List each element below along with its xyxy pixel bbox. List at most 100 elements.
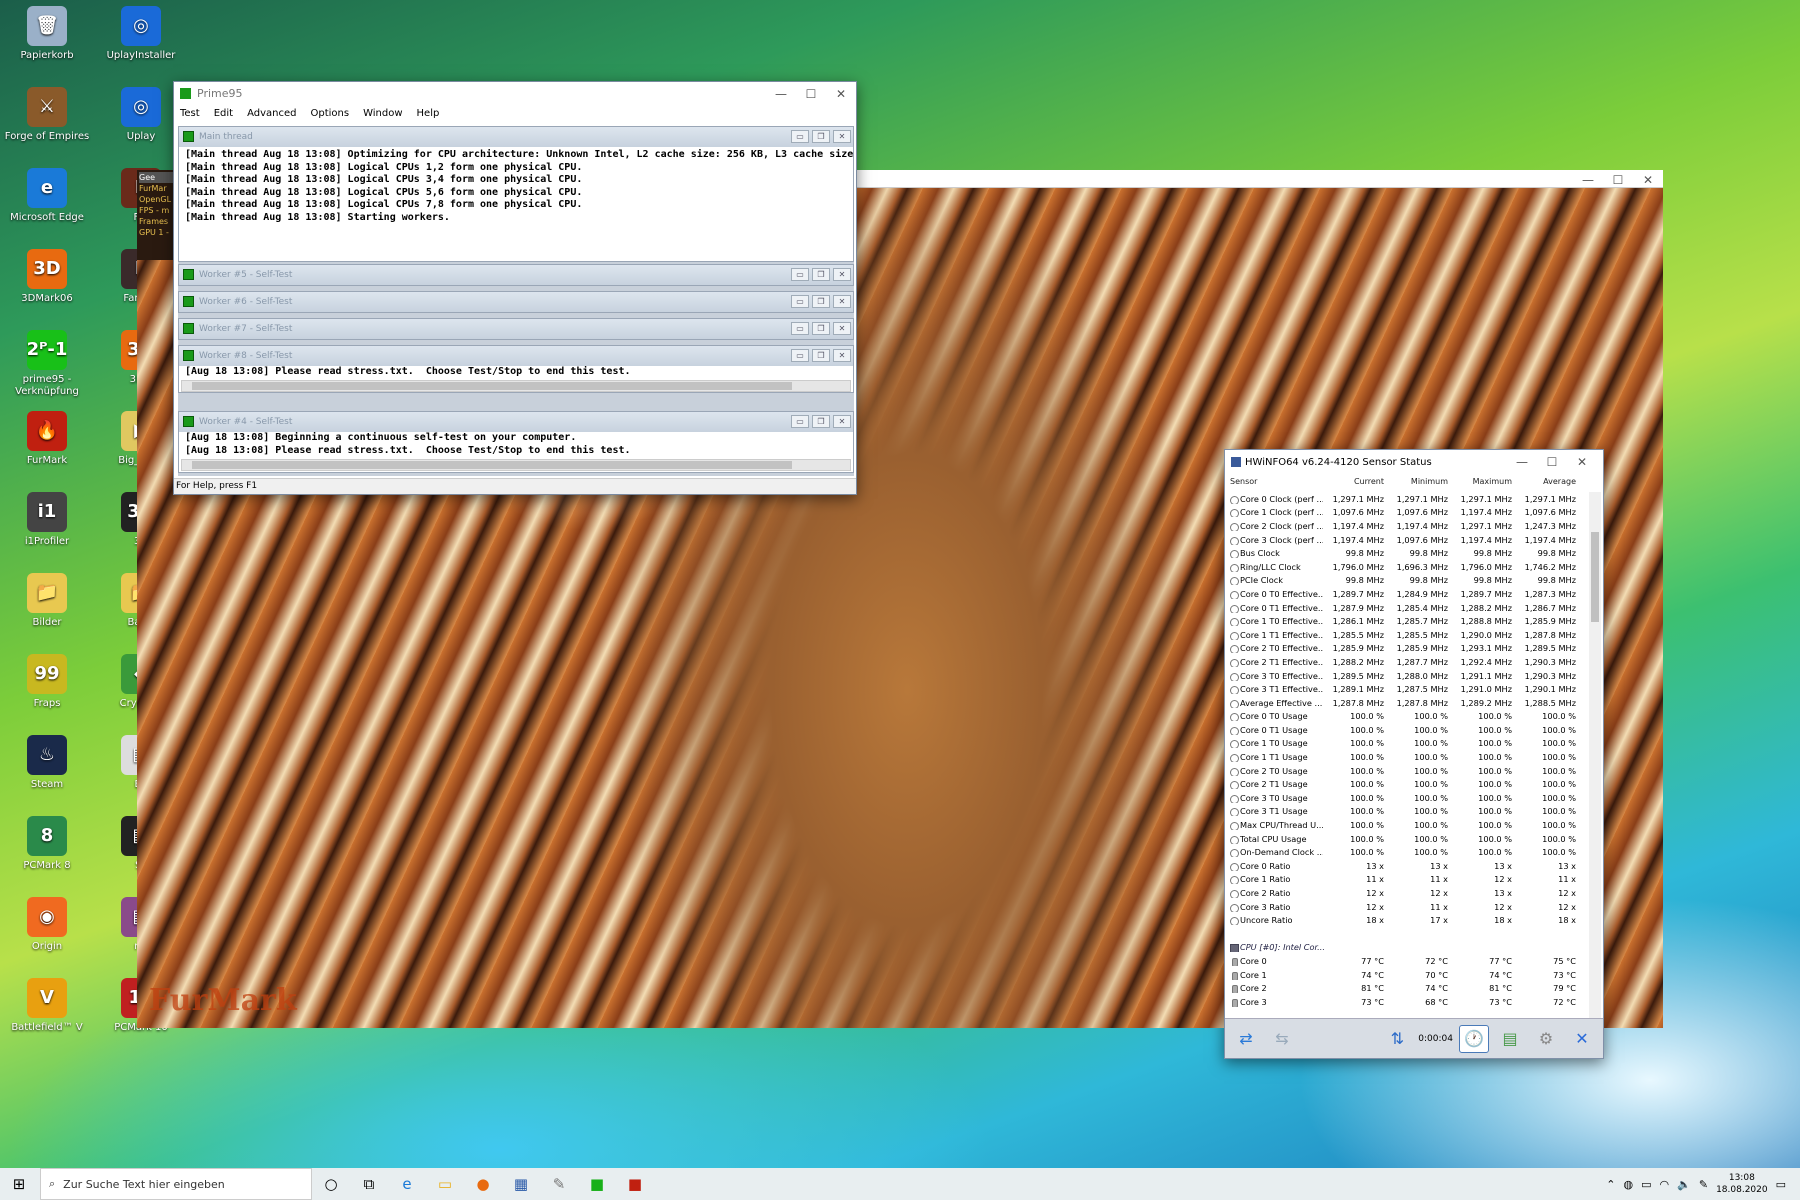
maximize-icon[interactable]: ☐	[796, 84, 826, 104]
desktop-icon[interactable]: 8 PCMark 8	[4, 816, 90, 872]
menu-help[interactable]: Help	[417, 108, 440, 119]
menu-options[interactable]: Options	[310, 108, 349, 119]
desktop-icon[interactable]: 99 Fraps	[4, 654, 90, 710]
edge-icon[interactable]: e	[388, 1168, 426, 1200]
sensor-row[interactable]: Core 3 73 °C 68 °C 73 °C 72 °C	[1225, 995, 1591, 1009]
horizontal-scrollbar[interactable]	[181, 459, 851, 471]
tool-icon[interactable]: ✎	[540, 1168, 578, 1200]
column-header-average[interactable]: Average	[1515, 477, 1579, 486]
firefox-icon[interactable]: ●	[464, 1168, 502, 1200]
main-thread-titlebar[interactable]: Main thread ▭ ❐ ✕	[179, 127, 853, 147]
close-icon[interactable]: ✕	[833, 268, 851, 281]
desktop-icon[interactable]: ◉ Origin	[4, 897, 90, 953]
column-header-minimum[interactable]: Minimum	[1387, 477, 1451, 486]
minimize-icon[interactable]: ▭	[791, 130, 809, 143]
pen-icon[interactable]: ✎	[1699, 1178, 1708, 1191]
file-explorer-icon[interactable]: ▭	[426, 1168, 464, 1200]
desktop-icon[interactable]: ⚔ Forge of Empires	[4, 87, 90, 143]
prime95-taskbar-icon[interactable]: ■	[578, 1168, 616, 1200]
menu-test[interactable]: Test	[180, 108, 200, 119]
worker-6-window[interactable]: Worker #6 - Self-Test ▭ ❐ ✕	[178, 291, 854, 313]
prime95-titlebar[interactable]: Prime95 — ☐ ✕	[174, 82, 856, 104]
sensor-row[interactable]: Core 1 T1 Effective... 1,285.5 MHz 1,285.5…	[1225, 628, 1591, 642]
desktop-icon[interactable]: 3D 3DMark06	[4, 249, 90, 305]
sensor-row[interactable]: Max CPU/Thread U... 100.0 % 100.0 % 100.0 %…	[1225, 818, 1591, 832]
restore-icon[interactable]: ❐	[812, 349, 830, 362]
close-icon[interactable]: ✕	[833, 415, 851, 428]
sensor-row[interactable]: Core 2 T1 Effective... 1,288.2 MHz 1,287.7…	[1225, 655, 1591, 669]
menu-window[interactable]: Window	[363, 108, 402, 119]
arrows-left-right-icon[interactable]: ⇄	[1231, 1025, 1261, 1053]
sensor-row[interactable]: Core 2 Ratio 12 x 12 x 13 x 12 x	[1225, 886, 1591, 900]
wifi-icon[interactable]: ◠	[1660, 1178, 1670, 1191]
column-header-sensor[interactable]: Sensor	[1225, 477, 1323, 486]
main-thread-window[interactable]: Main thread ▭ ❐ ✕ [Main thread Aug 18 13:0…	[178, 126, 854, 262]
menu-advanced[interactable]: Advanced	[247, 108, 296, 119]
sensor-row[interactable]: Core 0 T1 Effective... 1,287.9 MHz 1,285.4…	[1225, 601, 1591, 615]
desktop-icon[interactable]: i1 i1Profiler	[4, 492, 90, 548]
menu-edit[interactable]: Edit	[214, 108, 233, 119]
chevron-up-icon[interactable]: ⌃	[1606, 1178, 1615, 1191]
restore-icon[interactable]: ❐	[812, 415, 830, 428]
notification-icon[interactable]: ▭	[1776, 1178, 1786, 1191]
desktop-icon[interactable]: ♨ Steam	[4, 735, 90, 791]
sensor-row[interactable]: Total CPU Usage 100.0 % 100.0 % 100.0 % 100.…	[1225, 832, 1591, 846]
battery-icon[interactable]: ▭	[1641, 1178, 1651, 1191]
sensor-row[interactable]: Core 1 T1 Usage 100.0 % 100.0 % 100.0 % 100.…	[1225, 750, 1591, 764]
sensor-group-header[interactable]: CPU [#0]: Intel Cor...	[1225, 941, 1591, 955]
restore-icon[interactable]: ❐	[812, 295, 830, 308]
network-icon[interactable]: ◍	[1624, 1178, 1634, 1191]
windows-start-icon[interactable]: ⊞	[0, 1168, 38, 1200]
sensor-row[interactable]: Core 0 Clock (perf ... 1,297.1 MHz 1,297.1…	[1225, 492, 1591, 506]
sensor-row[interactable]: Core 3 T0 Effective... 1,289.5 MHz 1,288.0…	[1225, 669, 1591, 683]
sensor-row[interactable]: Core 0 Ratio 13 x 13 x 13 x 13 x	[1225, 859, 1591, 873]
minimize-icon[interactable]: ▭	[791, 295, 809, 308]
sensor-row[interactable]: Core 1 T0 Usage 100.0 % 100.0 % 100.0 % 100.…	[1225, 737, 1591, 751]
sensor-row[interactable]: Core 2 T1 Usage 100.0 % 100.0 % 100.0 % 100.…	[1225, 777, 1591, 791]
cortana-icon[interactable]: ○	[312, 1168, 350, 1200]
furmark-taskbar-icon[interactable]: ■	[616, 1168, 654, 1200]
scrollbar-thumb[interactable]	[192, 382, 792, 390]
close-icon[interactable]: ✕	[833, 295, 851, 308]
clock-icon[interactable]: 🕐	[1459, 1024, 1489, 1053]
desktop-icon[interactable]: 📁 Bilder	[4, 573, 90, 629]
worker-8-window[interactable]: Worker #8 - Self-Test ▭ ❐ ✕ [Aug 18 13:08]…	[178, 345, 854, 393]
desktop-icon[interactable]: 🗑 Papierkorb	[4, 6, 90, 62]
sensor-row[interactable]: Core 3 T1 Usage 100.0 % 100.0 % 100.0 % 100.…	[1225, 805, 1591, 819]
desktop-icon[interactable]: V Battlefield™ V	[4, 978, 90, 1034]
sensor-row[interactable]: Core 2 Clock (perf ... 1,197.4 MHz 1,197.4…	[1225, 519, 1591, 533]
minimize-icon[interactable]: ▭	[791, 268, 809, 281]
network-icon[interactable]: ⇅	[1382, 1025, 1412, 1053]
desktop-icon[interactable]: e Microsoft Edge	[4, 168, 90, 224]
sensor-row[interactable]: Core 0 T1 Usage 100.0 % 100.0 % 100.0 % 100.…	[1225, 723, 1591, 737]
close-icon[interactable]: ✕	[826, 84, 856, 104]
scrollbar-thumb[interactable]	[192, 461, 792, 469]
sensor-row[interactable]: Core 2 T0 Usage 100.0 % 100.0 % 100.0 % 100.…	[1225, 764, 1591, 778]
desktop-icon[interactable]: 2ᴾ-1 prime95 - Verknüpfung	[4, 330, 90, 398]
horizontal-scrollbar[interactable]	[181, 380, 851, 392]
vertical-scrollbar[interactable]	[1589, 492, 1601, 1022]
hwinfo-taskbar-icon[interactable]: ▦	[502, 1168, 540, 1200]
sensor-row[interactable]: Core 1 Ratio 11 x 11 x 12 x 11 x	[1225, 873, 1591, 887]
minimize-icon[interactable]: —	[1507, 452, 1537, 472]
hwinfo-window[interactable]: HWiNFO64 v6.24-4120 Sensor Status — ☐ ✕ …	[1224, 449, 1604, 1059]
close-icon[interactable]: ✕	[1567, 1025, 1597, 1053]
restore-icon[interactable]: ❐	[812, 268, 830, 281]
minimize-icon[interactable]: ▭	[791, 322, 809, 335]
maximize-icon[interactable]: ☐	[1603, 170, 1633, 190]
close-icon[interactable]: ✕	[1633, 170, 1663, 190]
close-icon[interactable]: ✕	[833, 322, 851, 335]
worker-4-window[interactable]: Worker #4 - Self-Test ▭ ❐ ✕ [Aug 18 13:08]…	[178, 411, 854, 473]
minimize-icon[interactable]: ▭	[791, 349, 809, 362]
sensor-row[interactable]: On-Demand Clock ... 100.0 % 100.0 % 100.0 %…	[1225, 845, 1591, 859]
sensor-row[interactable]: Core 0 T0 Usage 100.0 % 100.0 % 100.0 % 100.…	[1225, 710, 1591, 724]
clock[interactable]: 13:08 18.08.2020	[1716, 1172, 1768, 1196]
sensor-row[interactable]: Core 2 T0 Effective... 1,285.9 MHz 1,285.9…	[1225, 642, 1591, 656]
task-view-icon[interactable]: ⧉	[350, 1168, 388, 1200]
settings-icon[interactable]: ⚙	[1531, 1025, 1561, 1053]
sensor-row[interactable]: Core 3 Ratio 12 x 11 x 12 x 12 x	[1225, 900, 1591, 914]
sensor-row[interactable]: Average Effective ... 1,287.8 MHz 1,287.8 …	[1225, 696, 1591, 710]
sensor-row[interactable]: Core 3 T0 Usage 100.0 % 100.0 % 100.0 % 100.…	[1225, 791, 1591, 805]
minimize-icon[interactable]: —	[766, 84, 796, 104]
sensor-row[interactable]: Uncore Ratio 18 x 17 x 18 x 18 x	[1225, 913, 1591, 927]
